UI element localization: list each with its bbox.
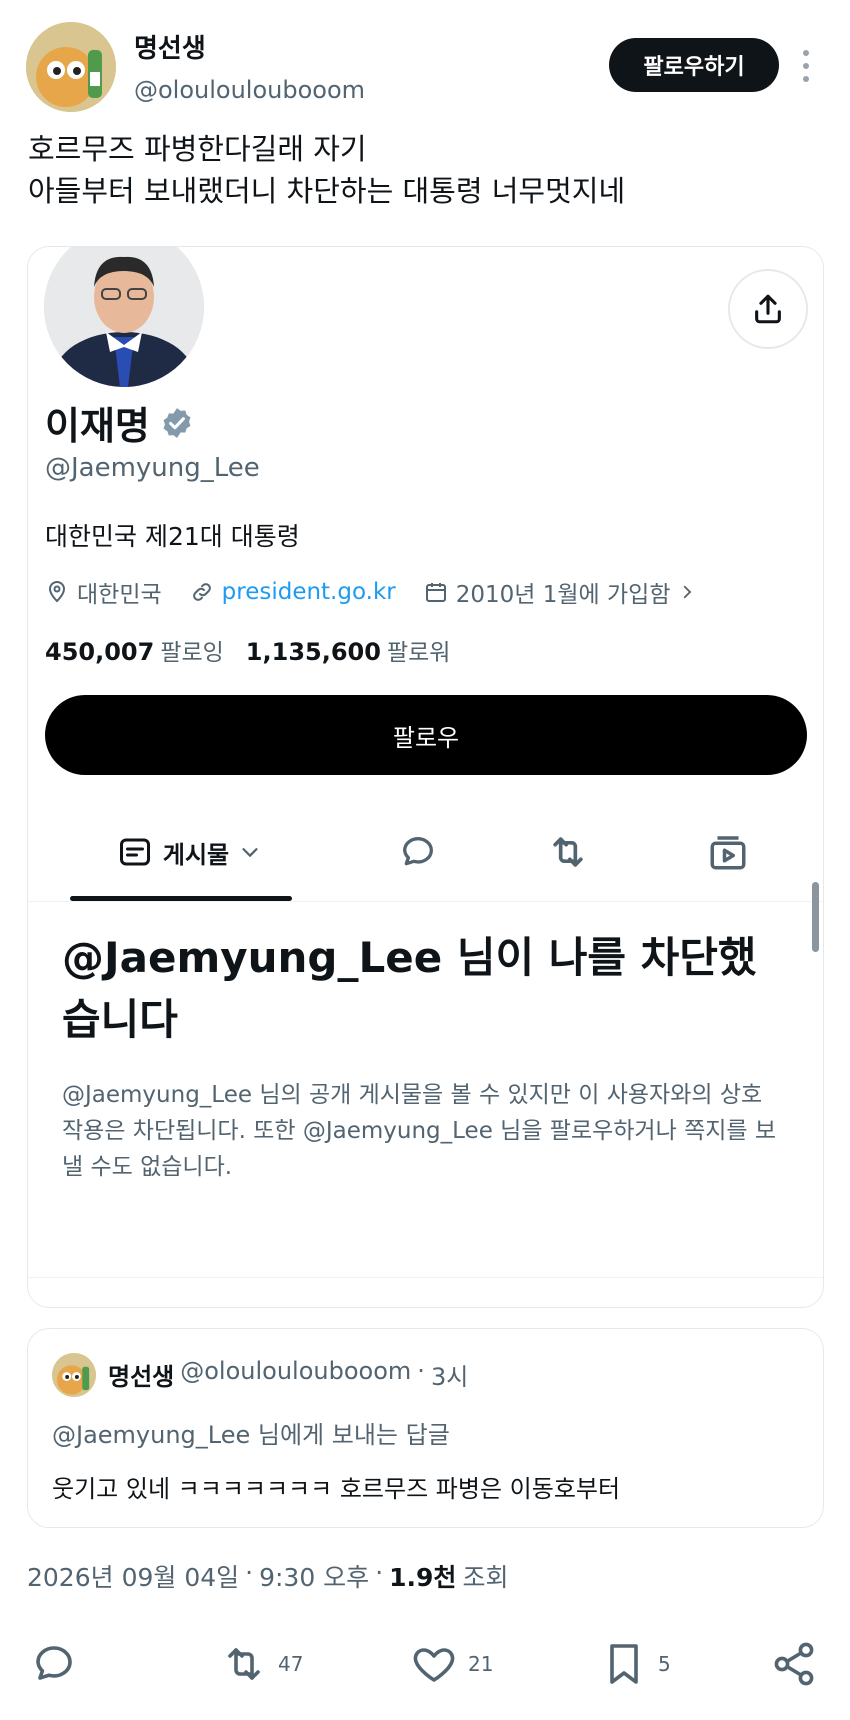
tab-posts[interactable]: 게시물 [64, 802, 314, 902]
profile-handle: @Jaemyung_Lee [45, 453, 260, 483]
following-count: 450,007 [45, 638, 155, 666]
link-icon [192, 583, 211, 601]
profile-tabs: 게시물 [28, 802, 823, 902]
website-link[interactable]: president.go.kr [222, 579, 396, 605]
bookmark-icon [610, 1644, 638, 1684]
profile-screenshot-card: 이재명 @Jaemyung_Lee 대한민국 제21대 대통령 대한민국 pre… [27, 246, 824, 1308]
tab-replies[interactable] [378, 802, 458, 902]
reply-bubble-icon [403, 837, 433, 866]
author-handle[interactable]: @oloulouloubooom [134, 76, 365, 104]
replying-to: @Jaemyung_Lee 님에게 보내는 답글 [52, 1421, 450, 1449]
reply-author-handle[interactable]: @oloulouloubooom [180, 1357, 411, 1392]
tab-posts-label: 게시물 [162, 840, 230, 869]
profile-name-row: 이재명 [45, 395, 194, 450]
reply-header: 명선생 @oloulouloubooom · 3시 [108, 1357, 468, 1392]
repost-icon [553, 837, 583, 867]
profile-stats: 450,007 팔로잉 1,135,600 팔로워 [45, 633, 450, 667]
post-header: 명선생 @oloulouloubooom 팔로우하기 [0, 0, 850, 120]
reply-time: 3시 [430, 1363, 469, 1391]
post-date: 2026년 09월 04일 [27, 1563, 240, 1592]
blocked-description: @Jaemyung_Lee 님의 공개 게시물을 볼 수 있지만 이 사용자와의… [62, 1082, 777, 1180]
reply-action[interactable] [30, 1640, 88, 1688]
tab-reposts[interactable] [528, 802, 608, 902]
profile-name: 이재명 [45, 404, 150, 448]
followers-label: 팔로워 [386, 640, 451, 666]
location-text: 대한민국 [77, 582, 162, 608]
like-action[interactable]: 21 [410, 1640, 493, 1688]
reply-avatar[interactable] [52, 1353, 96, 1397]
repost-action[interactable]: 47 [220, 1640, 303, 1688]
profile-follow-button[interactable]: 팔로우 [45, 695, 807, 775]
like-count: 21 [468, 1652, 494, 1676]
reply-separator: · [417, 1357, 425, 1385]
reply-card[interactable]: 명선생 @oloulouloubooom · 3시 @Jaemyung_Lee … [27, 1328, 824, 1528]
heart-icon [413, 1648, 455, 1682]
calendar-icon [425, 583, 446, 602]
profile-joined[interactable]: 2010년 1월에 가입함 [424, 575, 697, 609]
reply-author-name[interactable]: 명선생 [108, 1357, 174, 1392]
verified-badge-icon [163, 407, 191, 438]
bookmark-count: 5 [658, 1652, 671, 1676]
author-name[interactable]: 명선생 [134, 28, 206, 65]
scrollbar-thumb[interactable] [812, 882, 819, 952]
profile-bio: 대한민국 제21대 대통령 [45, 522, 300, 551]
repost-count: 47 [278, 1652, 304, 1676]
meta-dot-1: · [245, 1558, 254, 1587]
post-text: 호르무즈 파병한다길래 자기 아들부터 보내랬더니 차단하는 대통령 너무멋지네 [28, 128, 828, 212]
blocked-title: @Jaemyung_Lee 님이 나를 차단했습니다 [62, 933, 757, 1044]
follow-button[interactable]: 팔로우하기 [609, 38, 779, 92]
chevron-down-icon [242, 848, 258, 858]
action-bar: 47 21 5 [0, 1620, 850, 1710]
tab-media[interactable] [688, 802, 768, 902]
post-text-line-2: 아들부터 보내랬더니 차단하는 대통령 너무멋지네 [28, 174, 626, 208]
active-tab-indicator [70, 896, 292, 901]
profile-avatar [44, 247, 204, 387]
bookmark-action[interactable]: 5 [600, 1640, 671, 1688]
following-label: 팔로잉 [160, 640, 224, 666]
share-action[interactable] [770, 1640, 818, 1688]
repost-icon [228, 1648, 260, 1680]
share-icon [755, 294, 781, 324]
profile-meta: 대한민국 president.go.kr 2010년 1월에 가입함 [45, 575, 724, 609]
view-count[interactable]: 1.9천 [389, 1558, 456, 1594]
profile-website[interactable]: president.go.kr [190, 579, 396, 605]
post-text-line-1: 호르무즈 파병한다길래 자기 [28, 132, 367, 166]
followers-stat[interactable]: 1,135,600 팔로워 [246, 633, 451, 667]
joined-text: 2010년 1월에 가입함 [455, 582, 671, 608]
share-button[interactable] [728, 269, 808, 349]
view-label: 조회 [462, 1563, 509, 1592]
posts-icon [119, 838, 150, 866]
meta-dot-2: · [375, 1558, 384, 1587]
author-avatar[interactable] [26, 22, 116, 112]
share-nodes-icon [774, 1642, 814, 1686]
post-time: 9:30 오후 [259, 1563, 370, 1592]
location-pin-icon [48, 581, 66, 603]
profile-location: 대한민국 [45, 575, 162, 609]
reply-icon [36, 1646, 72, 1680]
card-divider [28, 1277, 823, 1278]
followers-count: 1,135,600 [245, 638, 381, 666]
media-play-icon [710, 836, 746, 870]
following-stat[interactable]: 450,007 팔로잉 [45, 633, 224, 667]
more-options-icon[interactable] [796, 46, 816, 86]
chevron-right-icon [684, 585, 692, 599]
reply-text: 웃기고 있네 ㅋㅋㅋㅋㅋㅋㅋ 호르무즈 파병은 이동호부터 [52, 1475, 621, 1503]
post-timestamp: 2026년 09월 04일 · 9:30 오후 · 1.9천 조회 [27, 1558, 508, 1594]
